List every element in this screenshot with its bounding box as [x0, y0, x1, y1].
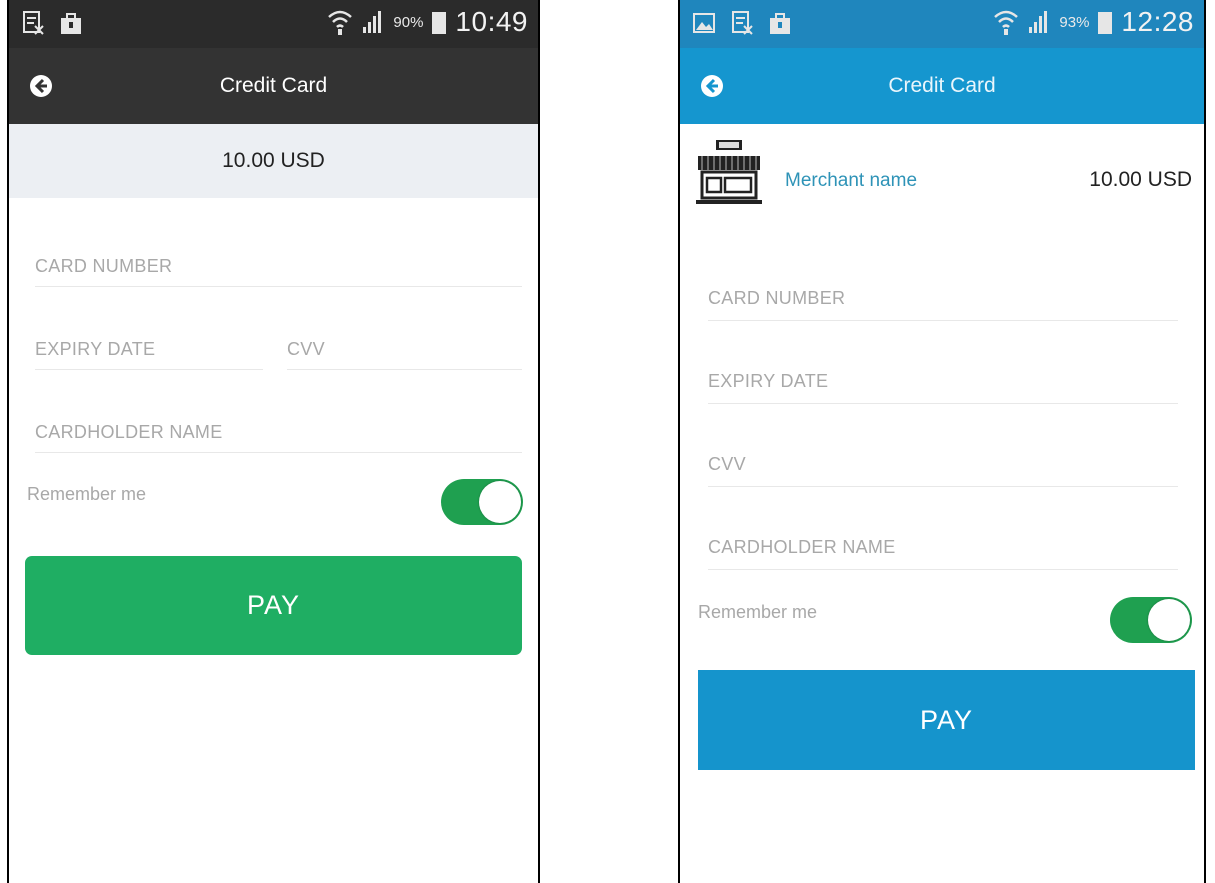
remember-me-label: Remember me — [27, 484, 147, 504]
wifi-icon — [328, 10, 353, 35]
image-icon — [693, 13, 715, 33]
status-bar: 90% 10:49 — [9, 0, 538, 48]
signal-icon — [1029, 11, 1048, 33]
shopping-bag-icon — [770, 13, 790, 34]
status-bar: 93% 12:28 — [680, 0, 1204, 48]
toggle-knob — [1148, 599, 1190, 641]
phone-screen-right: 93% 12:28 Credit Card Merchant name 10.0… — [678, 0, 1206, 883]
battery-percentage: 93% — [1059, 13, 1090, 31]
page-title: Credit Card — [219, 74, 328, 97]
merchant-name: Merchant name — [785, 170, 918, 191]
shopping-bag-icon — [61, 13, 81, 34]
cvv-field[interactable]: CVV — [287, 339, 522, 370]
page-title: Credit Card — [888, 74, 996, 97]
expiry-date-field[interactable]: EXPIRY DATE — [708, 371, 1178, 404]
remember-me-toggle[interactable] — [1110, 597, 1192, 643]
cardholder-name-field[interactable]: CARDHOLDER NAME — [35, 422, 522, 453]
cvv-field[interactable]: CVV — [708, 454, 1178, 487]
notification-icon — [23, 11, 44, 35]
card-number-field[interactable]: CARD NUMBER — [708, 288, 1178, 321]
pay-button[interactable]: PAY — [698, 670, 1195, 770]
pay-button[interactable]: PAY — [25, 556, 522, 655]
app-bar: Credit Card — [680, 48, 1204, 124]
notification-icon — [732, 11, 753, 35]
clock-time: 10:49 — [455, 6, 528, 37]
card-number-field[interactable]: CARD NUMBER — [35, 256, 522, 287]
merchant-row: Merchant name 10.00 USD — [680, 124, 1204, 214]
shop-icon — [696, 140, 762, 204]
signal-icon — [363, 11, 382, 33]
battery-icon — [1098, 12, 1113, 34]
expiry-date-field[interactable]: EXPIRY DATE — [35, 339, 263, 370]
toggle-knob — [479, 481, 521, 523]
clock-time: 12:28 — [1121, 6, 1194, 37]
battery-icon — [432, 12, 447, 34]
battery-percentage: 90% — [393, 13, 424, 31]
wifi-icon — [994, 10, 1019, 35]
remember-me-label: Remember me — [698, 602, 818, 622]
remember-me-toggle[interactable] — [441, 479, 523, 525]
app-bar: Credit Card — [9, 48, 538, 124]
phone-screen-left: 90% 10:49 Credit Card 10.00 USD CARD NUM… — [7, 0, 540, 883]
cardholder-name-field[interactable]: CARDHOLDER NAME — [708, 537, 1178, 570]
amount-display: 10.00 USD — [1089, 168, 1192, 191]
amount-display: 10.00 USD — [9, 124, 538, 198]
